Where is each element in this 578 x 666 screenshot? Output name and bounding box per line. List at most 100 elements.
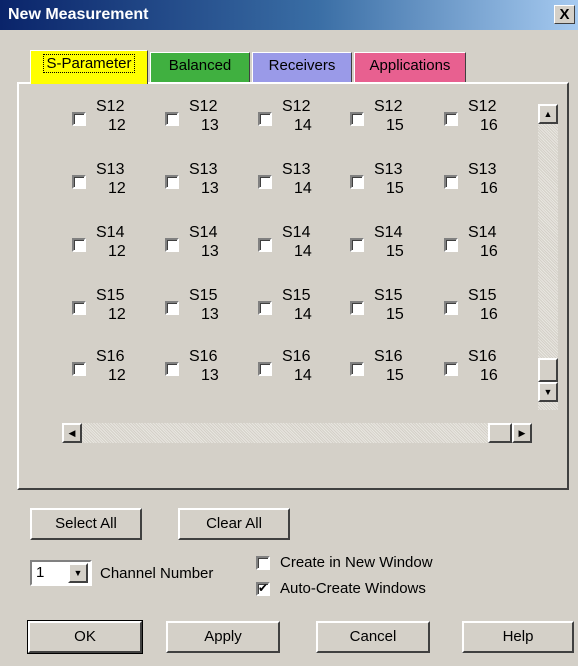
tab-label: Receivers [268, 57, 336, 74]
checkbox[interactable] [258, 238, 272, 252]
checkbox[interactable] [444, 112, 458, 126]
checkbox[interactable] [256, 556, 270, 570]
list-item[interactable]: S12 16 [444, 98, 534, 138]
tab-s-parameter[interactable]: S-Parameter [30, 50, 148, 84]
checkbox[interactable] [350, 238, 364, 252]
list-item[interactable]: S15 12 [72, 287, 162, 327]
param-name: S13 [189, 161, 218, 178]
list-item[interactable]: S16 15 [350, 348, 440, 388]
list-item[interactable]: S15 15 [350, 287, 440, 327]
checkbox[interactable] [350, 175, 364, 189]
param-name: S16 [96, 348, 125, 365]
checkbox[interactable] [165, 112, 179, 126]
checkbox[interactable] [165, 238, 179, 252]
param-name: S16 [282, 348, 311, 365]
ok-button[interactable]: OK [27, 620, 143, 654]
checkbox[interactable] [444, 175, 458, 189]
checkbox[interactable] [258, 301, 272, 315]
checkbox[interactable] [350, 301, 364, 315]
list-item[interactable]: S14 13 [165, 224, 255, 264]
title-bar: New Measurement X [0, 0, 578, 30]
checkbox[interactable] [444, 362, 458, 376]
channel-number-select[interactable]: 1 ▼ [30, 560, 92, 586]
list-item[interactable]: S15 14 [258, 287, 348, 327]
checkbox[interactable] [165, 175, 179, 189]
param-name: S13 [374, 161, 403, 178]
vertical-scroll-thumb[interactable] [538, 358, 558, 382]
list-item[interactable]: S12 15 [350, 98, 440, 138]
scroll-down-arrow-icon[interactable]: ▼ [538, 382, 558, 402]
list-item[interactable]: S12 14 [258, 98, 348, 138]
vertical-scrollbar[interactable]: ▲ ▼ [538, 104, 558, 410]
list-item[interactable]: S14 12 [72, 224, 162, 264]
list-item[interactable]: S15 13 [165, 287, 255, 327]
horizontal-scroll-thumb[interactable] [488, 423, 512, 443]
port-number: 12 [108, 243, 126, 260]
param-name: S12 [374, 98, 403, 115]
option-label: Create in New Window [280, 554, 433, 571]
apply-button[interactable]: Apply [166, 621, 280, 653]
scroll-right-arrow-icon[interactable]: ▶ [512, 423, 532, 443]
param-name: S15 [189, 287, 218, 304]
horizontal-scrollbar[interactable]: ◀ ▶ [62, 423, 532, 443]
list-item[interactable]: S12 12 [72, 98, 162, 138]
checkbox[interactable] [72, 175, 86, 189]
tab-applications[interactable]: Applications [354, 52, 466, 82]
checkbox[interactable] [444, 301, 458, 315]
scroll-left-arrow-icon[interactable]: ◀ [62, 423, 82, 443]
checkbox[interactable] [165, 301, 179, 315]
list-item[interactable]: S14 16 [444, 224, 534, 264]
select-all-button[interactable]: Select All [30, 508, 142, 540]
list-item[interactable]: S14 15 [350, 224, 440, 264]
clear-all-button[interactable]: Clear All [178, 508, 290, 540]
list-item[interactable]: S13 14 [258, 161, 348, 201]
port-number: 15 [386, 367, 404, 384]
auto-create-windows-option[interactable]: Auto-Create Windows [256, 580, 476, 600]
list-item[interactable]: S16 14 [258, 348, 348, 388]
checkbox[interactable] [444, 238, 458, 252]
checkbox[interactable] [72, 238, 86, 252]
help-button[interactable]: Help [462, 621, 574, 653]
param-name: S14 [374, 224, 403, 241]
create-new-window-option[interactable]: Create in New Window [256, 554, 476, 574]
tab-receivers[interactable]: Receivers [252, 52, 352, 82]
checkbox[interactable] [258, 362, 272, 376]
list-item[interactable]: S13 12 [72, 161, 162, 201]
list-item[interactable]: S15 16 [444, 287, 534, 327]
checkbox[interactable] [72, 112, 86, 126]
param-name: S16 [189, 348, 218, 365]
param-name: S14 [468, 224, 497, 241]
tab-balanced[interactable]: Balanced [150, 52, 250, 82]
scroll-up-arrow-icon[interactable]: ▲ [538, 104, 558, 124]
param-name: S13 [96, 161, 125, 178]
tab-label: Balanced [168, 57, 232, 74]
cancel-button[interactable]: Cancel [316, 621, 430, 653]
dropdown-arrow-icon[interactable]: ▼ [68, 563, 88, 583]
checkbox[interactable] [256, 581, 270, 596]
list-item[interactable]: S16 16 [444, 348, 534, 388]
close-button[interactable]: X [554, 5, 575, 24]
port-number: 16 [480, 367, 498, 384]
channel-number-value: 1 [36, 564, 45, 581]
button-label: Select All [55, 515, 117, 532]
checkbox[interactable] [72, 362, 86, 376]
checkbox[interactable] [258, 112, 272, 126]
list-item[interactable]: S13 13 [165, 161, 255, 201]
button-label: Apply [204, 628, 242, 645]
button-label: Help [502, 628, 534, 645]
checkbox[interactable] [165, 362, 179, 376]
list-item[interactable]: S13 15 [350, 161, 440, 201]
list-item[interactable]: S13 16 [444, 161, 534, 201]
param-name: S15 [282, 287, 311, 304]
checkbox[interactable] [72, 301, 86, 315]
list-item[interactable]: S14 14 [258, 224, 348, 264]
list-item[interactable]: S12 13 [165, 98, 255, 138]
checkbox[interactable] [350, 362, 364, 376]
list-item[interactable]: S16 13 [165, 348, 255, 388]
button-label: Clear All [206, 515, 262, 532]
tab-label: Applications [369, 57, 451, 74]
checkbox[interactable] [350, 112, 364, 126]
param-name: S12 [189, 98, 218, 115]
checkbox[interactable] [258, 175, 272, 189]
list-item[interactable]: S16 12 [72, 348, 162, 388]
